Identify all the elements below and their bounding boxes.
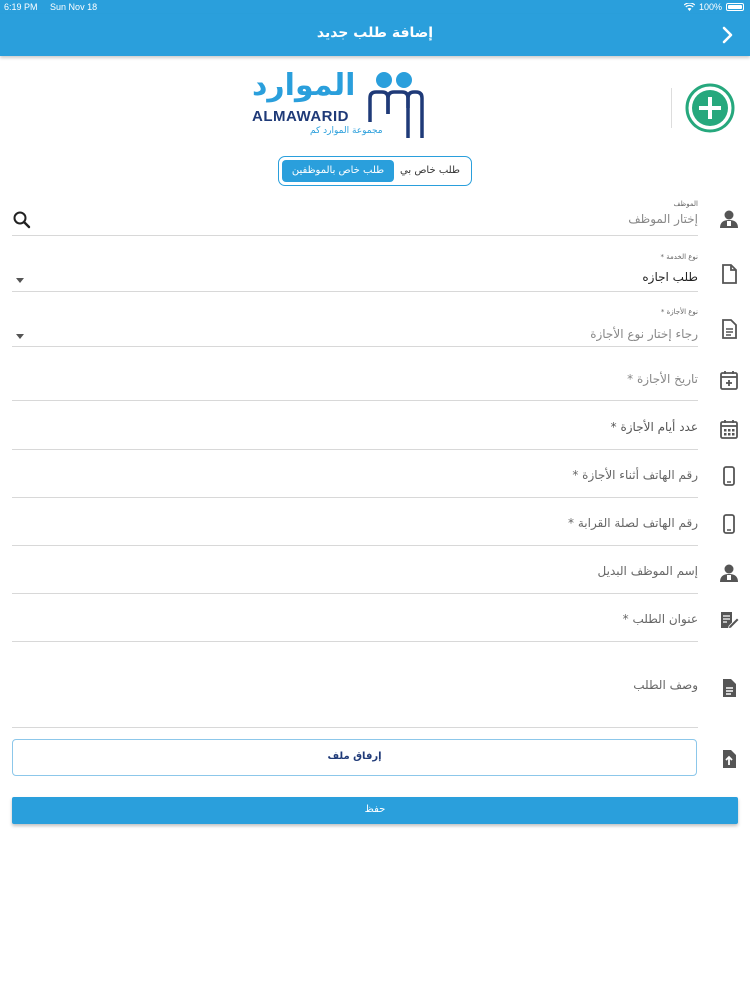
request-title-field[interactable]: عنوان الطلب *: [12, 601, 698, 642]
phone-during-leave-field[interactable]: رقم الهاتف أثناء الأجازة *: [12, 457, 698, 498]
leave-type-placeholder: رجاء إختار نوع الأجازة: [590, 327, 698, 341]
phone-during-leave-placeholder: رقم الهاتف أثناء الأجازة *: [572, 468, 698, 482]
add-plus-icon[interactable]: [684, 82, 736, 134]
substitute-employee-field[interactable]: إسم الموظف البديل: [12, 553, 698, 594]
leave-date-placeholder: تاريخ الأجازة *: [627, 372, 698, 386]
page-title: إضافة طلب جديد: [316, 25, 434, 41]
segment-personal-request[interactable]: طلب خاص بي: [395, 160, 465, 182]
document-lines-icon: [722, 319, 737, 339]
person-icon: [720, 564, 738, 582]
chevron-down-icon: [16, 278, 24, 283]
file-upload-icon[interactable]: [718, 748, 740, 770]
leave-type-label: نوع الأجازة *: [660, 308, 698, 316]
service-type-label: نوع الخدمة *: [660, 253, 698, 261]
attach-file-button[interactable]: إرفاق ملف: [12, 739, 697, 776]
battery-percent: 100%: [698, 2, 722, 12]
request-title-placeholder: عنوان الطلب *: [622, 612, 698, 626]
navigation-bar: إضافة طلب جديد: [0, 14, 750, 56]
people-logo-icon: [368, 72, 424, 138]
leave-days-placeholder: عدد أيام الأجازة *: [610, 420, 698, 434]
person-icon: [720, 210, 738, 228]
calendar-icon: [720, 420, 738, 439]
request-description-field[interactable]: وصف الطلب: [12, 650, 698, 728]
app-screen: 6:19 PM Sun Nov 18 100% إضافة طلب جديد ا…: [0, 0, 750, 1000]
employee-label: الموظف: [673, 200, 698, 208]
service-type-select[interactable]: نوع الخدمة * طلب اجازه: [12, 252, 698, 292]
edit-document-icon: [721, 612, 740, 630]
back-chevron-icon[interactable]: [716, 24, 738, 46]
leave-days-field[interactable]: عدد أيام الأجازة *: [12, 409, 698, 450]
logo-arabic-text: الموارد: [252, 68, 356, 103]
logo-latin-text: ALMAWARID: [252, 108, 349, 125]
relative-phone-placeholder: رقم الهاتف لصلة القرابة *: [568, 516, 698, 530]
save-button[interactable]: حفظ: [12, 797, 738, 824]
leave-type-select[interactable]: نوع الأجازة * رجاء إختار نوع الأجازة: [12, 307, 698, 347]
request-description-placeholder: وصف الطلب: [633, 678, 698, 692]
request-owner-segmented-control: طلب خاص بي طلب خاص بالموظفين: [278, 156, 472, 186]
mobile-phone-icon: [723, 466, 735, 486]
status-date: Sun Nov 18: [50, 2, 98, 12]
substitute-employee-placeholder: إسم الموظف البديل: [597, 564, 698, 578]
mobile-phone-icon: [723, 514, 735, 534]
search-icon[interactable]: [12, 210, 32, 230]
segment-employees-request[interactable]: طلب خاص بالموظفين: [282, 160, 394, 182]
leave-date-field[interactable]: تاريخ الأجازة *: [12, 360, 698, 401]
employee-placeholder: إختار الموظف: [628, 212, 698, 226]
company-logo: الموارد ALMAWARID مجموعة الموارد كم: [250, 68, 430, 144]
battery-icon: [726, 3, 744, 11]
document-outline-icon: [722, 264, 737, 284]
relative-phone-field[interactable]: رقم الهاتف لصلة القرابة *: [12, 505, 698, 546]
status-time: 6:19 PM: [4, 2, 38, 12]
header-divider: [671, 88, 672, 128]
chevron-down-icon: [16, 334, 24, 339]
wifi-icon: [683, 3, 695, 11]
document-filled-icon: [723, 679, 736, 697]
service-type-value: طلب اجازه: [642, 270, 698, 284]
calendar-add-icon: [720, 371, 738, 390]
employee-field[interactable]: الموظف إختار الموظف: [12, 196, 698, 236]
status-bar: 6:19 PM Sun Nov 18 100%: [0, 0, 750, 14]
